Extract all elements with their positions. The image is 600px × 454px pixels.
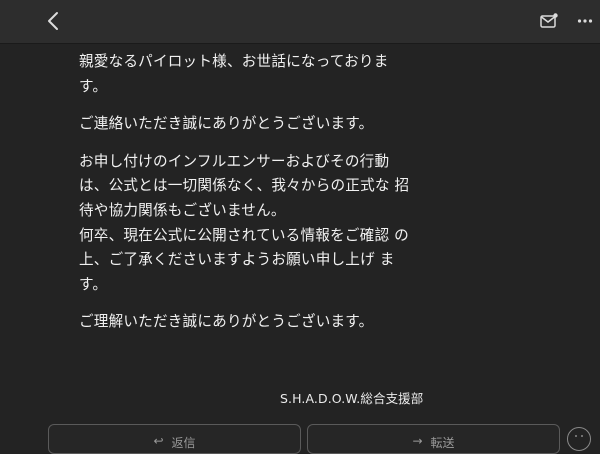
signature: S.H.A.D.O.W.総合支援部 <box>280 391 424 406</box>
message-paragraph: ご理解いただき誠にありがとうございます。 <box>79 313 374 331</box>
reply-button[interactable]: ↩ 返信 <box>48 424 301 454</box>
back-button[interactable] <box>38 6 68 36</box>
more-options-button[interactable] <box>572 8 598 34</box>
message-paragraph: ご連絡いただき誠にありがとうございます。 <box>79 115 374 133</box>
smiley-icon <box>575 435 577 437</box>
reply-arrow-icon: ↩ <box>153 434 164 448</box>
message-body: 親愛なるパイロット様、お世話になっておりま す。 ご連絡いただき誠にありがとうご… <box>79 50 419 348</box>
message-paragraph: お申し付けのインフルエンサーおよびその行動 は、公式とは一切関係なく、我々からの… <box>79 152 410 219</box>
top-bar <box>0 0 600 44</box>
message-paragraph: 親愛なるパイロット様、お世話になっておりま す。 <box>79 53 389 95</box>
more-horizontal-icon <box>577 19 593 23</box>
forward-label: 転送 <box>430 436 455 450</box>
reply-label: 返信 <box>171 436 196 450</box>
chevron-left-icon <box>48 12 58 30</box>
forward-arrow-icon: → <box>412 434 423 448</box>
mark-unread-button[interactable] <box>536 8 562 34</box>
forward-button[interactable]: → 転送 <box>307 424 560 454</box>
mail-unread-icon <box>540 13 558 28</box>
emoji-reaction-button[interactable] <box>567 427 591 451</box>
message-paragraph: 何卒、現在公式に公開されている情報をご確認 の上、ご了承くださいますようお願い申… <box>79 226 409 293</box>
